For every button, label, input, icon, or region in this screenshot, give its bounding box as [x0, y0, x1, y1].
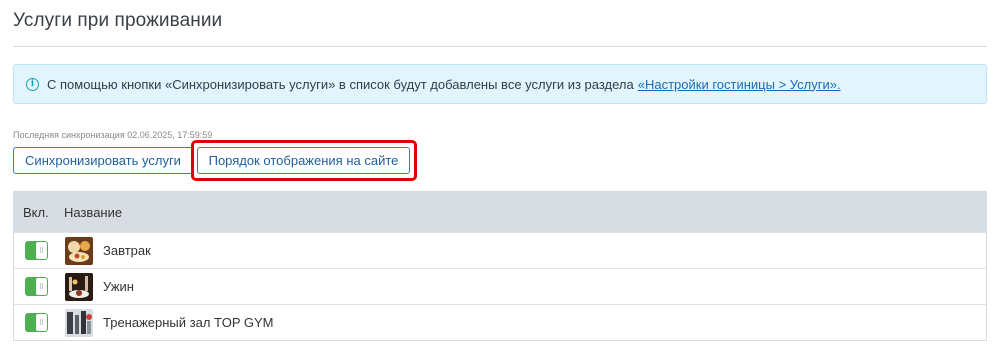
- info-circle-icon: i: [26, 77, 39, 91]
- column-header-enabled: Вкл.: [23, 204, 49, 220]
- gym-photo: [65, 308, 93, 337]
- highlight-frame: [191, 140, 417, 181]
- table-row: || Ужин: [14, 268, 986, 304]
- toggle-cell: ||: [14, 277, 65, 296]
- toggle-knob: ||: [36, 314, 47, 331]
- info-banner: i С помощью кнопки «Синхронизировать усл…: [13, 64, 987, 104]
- info-text: С помощью кнопки «Синхронизировать услуг…: [47, 76, 634, 92]
- title-divider: [13, 46, 987, 47]
- hotel-settings-services-link[interactable]: «Настройки гостиницы > Услуги».: [638, 77, 841, 92]
- page-title: Услуги при проживании: [13, 10, 223, 31]
- service-name: Тренажерный зал TOP GYM: [103, 315, 274, 330]
- toggle-cell: ||: [14, 241, 65, 260]
- table-row: || Тренажерный зал TOP GYM: [14, 304, 986, 340]
- table-header: Вкл. Название: [14, 192, 986, 232]
- service-name: Ужин: [103, 279, 134, 294]
- service-name: Завтрак: [103, 243, 151, 258]
- toggle-knob: ||: [36, 278, 47, 295]
- table-row: || Завтрак: [14, 232, 986, 268]
- last-sync-status: Последняя синхронизация 02.06.2025, 17:5…: [13, 130, 213, 140]
- breakfast-photo: [65, 236, 93, 265]
- dinner-photo: [65, 272, 93, 301]
- toggle-knob: ||: [36, 242, 47, 259]
- column-header-name: Название: [64, 204, 123, 220]
- enabled-toggle[interactable]: ||: [25, 241, 48, 260]
- sync-services-button[interactable]: Синхронизировать услуги: [13, 147, 193, 174]
- enabled-toggle[interactable]: ||: [25, 313, 48, 332]
- enabled-toggle[interactable]: ||: [25, 277, 48, 296]
- toggle-cell: ||: [14, 313, 65, 332]
- services-table: Вкл. Название || Завтрак || Ужин || Трен…: [13, 191, 987, 341]
